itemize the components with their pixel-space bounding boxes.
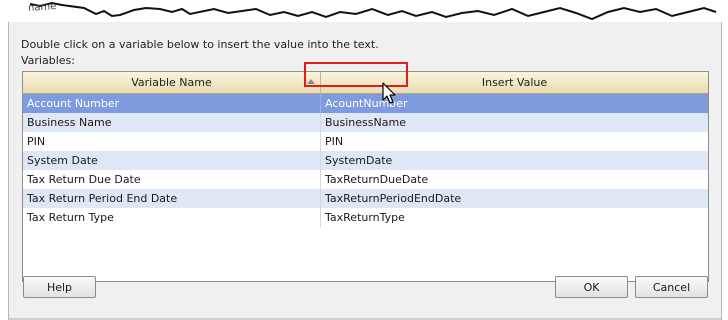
help-button[interactable]: Help <box>23 276 96 298</box>
column-header-label: Insert Value <box>481 76 548 89</box>
grid-header: Variable Name Insert Value <box>23 72 708 94</box>
insert-value-cell[interactable]: TaxReturnDueDate <box>321 170 708 189</box>
column-header-label: Variable Name <box>131 76 212 89</box>
variable-name-cell[interactable]: System Date <box>23 151 321 170</box>
window-title-fragment: name <box>27 1 57 14</box>
insert-value-cell[interactable]: SystemDate <box>321 151 708 170</box>
variables-label: Variables: <box>21 54 75 67</box>
insert-value-cell[interactable]: AcountNumber <box>321 94 708 113</box>
insert-variable-dialog: Double click on a variable below to inse… <box>8 22 722 320</box>
variables-grid[interactable]: Variable Name Insert Value Account Numbe… <box>22 71 709 282</box>
table-row[interactable]: Business Name BusinessName <box>23 113 708 132</box>
table-row[interactable]: Tax Return Type TaxReturnType <box>23 208 708 227</box>
table-row[interactable]: System Date SystemDate <box>23 151 708 170</box>
table-row[interactable]: Tax Return Due Date TaxReturnDueDate <box>23 170 708 189</box>
table-row[interactable]: Tax Return Period End Date TaxReturnPeri… <box>23 189 708 208</box>
variable-name-cell[interactable]: Account Number <box>23 94 321 113</box>
variable-name-cell[interactable]: Business Name <box>23 113 321 132</box>
insert-value-cell[interactable]: TaxReturnType <box>321 208 708 227</box>
grid-body: Account Number AcountNumber Business Nam… <box>23 94 708 227</box>
sort-ascending-icon <box>307 79 315 84</box>
variable-name-cell[interactable]: Tax Return Period End Date <box>23 189 321 208</box>
table-row[interactable]: PIN PIN <box>23 132 708 151</box>
variable-name-cell[interactable]: PIN <box>23 132 321 151</box>
insert-value-cell[interactable]: PIN <box>321 132 708 151</box>
mouse-pointer-icon <box>382 82 396 104</box>
instruction-text: Double click on a variable below to inse… <box>21 38 379 51</box>
insert-value-cell[interactable]: BusinessName <box>321 113 708 132</box>
cancel-button[interactable]: Cancel <box>635 276 708 298</box>
variable-name-cell[interactable]: Tax Return Due Date <box>23 170 321 189</box>
insert-value-cell[interactable]: TaxReturnPeriodEndDate <box>321 189 708 208</box>
variable-name-cell[interactable]: Tax Return Type <box>23 208 321 227</box>
table-row[interactable]: Account Number AcountNumber <box>23 94 708 113</box>
column-header-variable-name[interactable]: Variable Name <box>23 72 321 93</box>
ok-button[interactable]: OK <box>555 276 628 298</box>
column-header-insert-value[interactable]: Insert Value <box>321 72 708 93</box>
